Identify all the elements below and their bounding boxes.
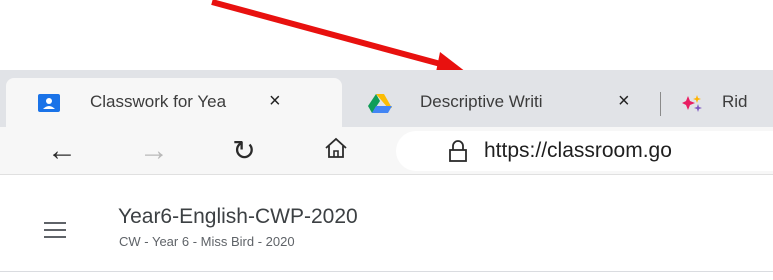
tab-separator (660, 92, 661, 116)
tab-title: Rid (722, 92, 748, 111)
address-bar[interactable]: https://classroom.go (396, 131, 773, 171)
refresh-icon: ↻ (232, 135, 256, 166)
tab-descriptive-writing[interactable]: Descriptive Writi × (350, 78, 658, 127)
back-arrow-icon: ← (47, 133, 77, 167)
back-button[interactable]: ← (40, 127, 84, 174)
header-divider (0, 271, 773, 272)
class-title: Year6-English-CWP-2020 (118, 205, 358, 228)
tab-rid[interactable]: Rid (662, 78, 773, 127)
hamburger-menu-icon[interactable] (44, 222, 66, 238)
google-drive-icon (368, 93, 392, 113)
classroom-icon (38, 94, 60, 112)
forward-button[interactable]: → (132, 127, 176, 174)
home-button[interactable] (314, 127, 358, 174)
lock-icon (448, 140, 468, 162)
forward-arrow-icon: → (139, 133, 169, 167)
refresh-button[interactable]: ↻ (222, 127, 266, 174)
class-subtitle: CW - Year 6 - Miss Bird - 2020 (119, 234, 295, 249)
browser-toolbar: ← → ↻ https://classroom.go (0, 127, 773, 175)
close-tab-icon[interactable]: × (269, 91, 281, 111)
browser-tab-strip: Classwork for Yea × Descriptive Writi × … (0, 70, 773, 127)
tab-classwork[interactable]: Classwork for Yea × (6, 78, 342, 127)
url-text: https://classroom.go (484, 139, 672, 162)
home-icon (324, 137, 348, 164)
close-tab-icon[interactable]: × (618, 91, 630, 111)
tab-title: Descriptive Writi (420, 92, 543, 111)
tab-title: Classwork for Yea (90, 92, 227, 111)
sparkle-app-icon (682, 94, 704, 112)
